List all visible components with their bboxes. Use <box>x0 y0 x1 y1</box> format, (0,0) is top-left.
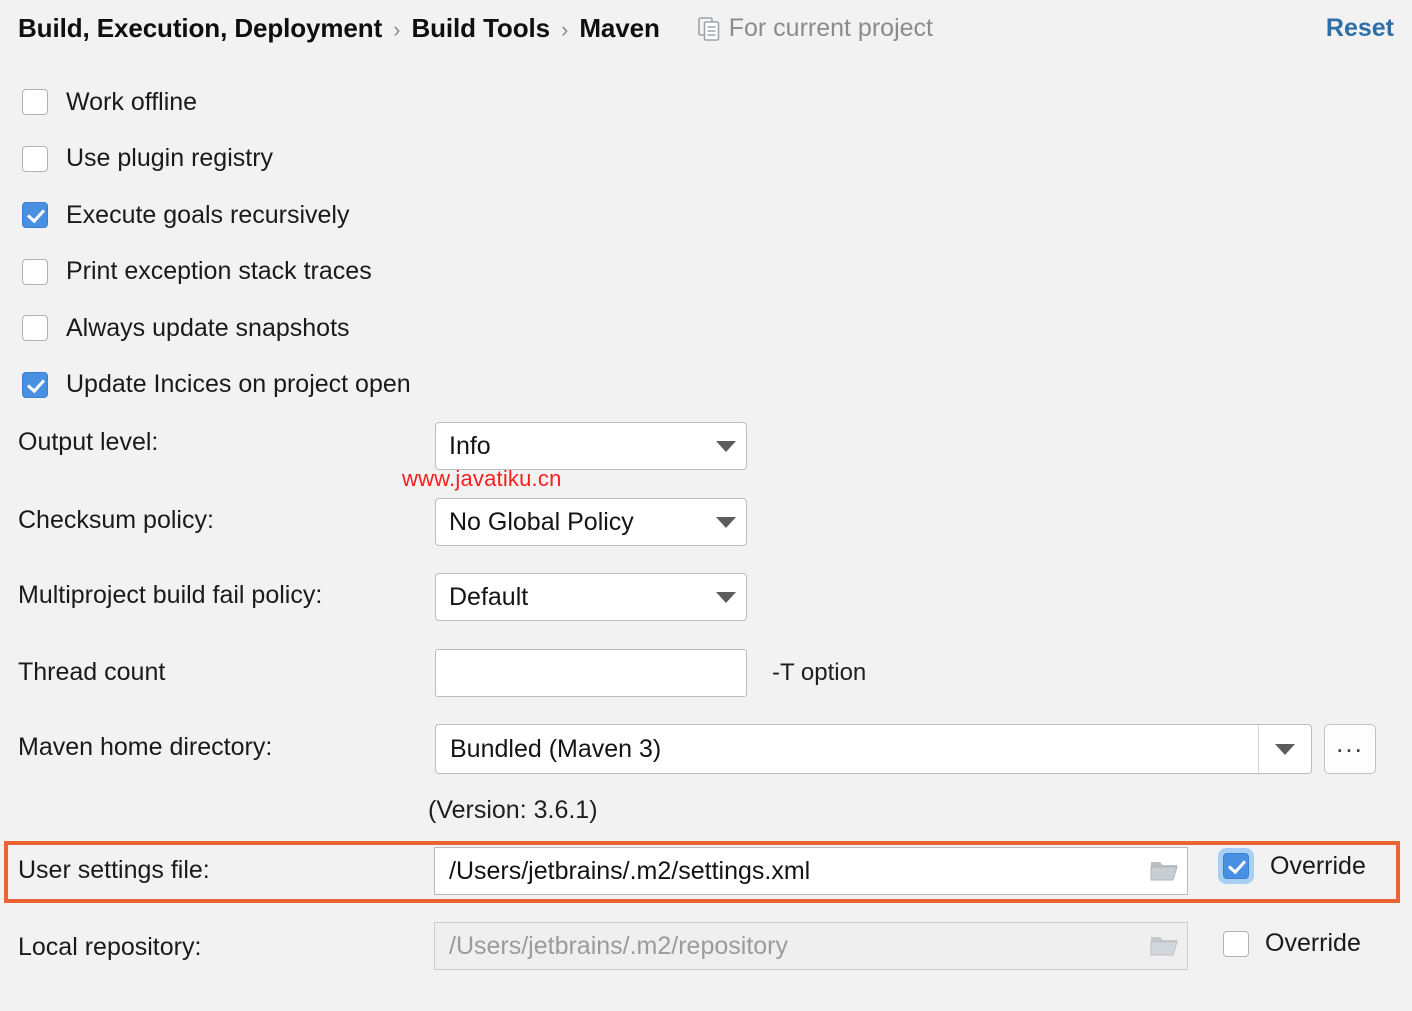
folder-icon[interactable] <box>1149 858 1179 884</box>
settings-header: Build, Execution, Deployment › Build Too… <box>0 0 1412 56</box>
output-level-label-wrap: Output level: <box>18 428 158 457</box>
checksum-policy-value: No Global Policy <box>449 508 634 537</box>
local-repository-value: /Users/jetbrains/.m2/repository <box>449 932 1143 961</box>
checkbox-row-always-update-snapshots[interactable]: Always update snapshots <box>22 300 822 357</box>
user-settings-label: User settings file: <box>18 856 210 885</box>
maven-home-browse-button[interactable]: ... <box>1324 724 1376 774</box>
checkbox-label-print-exception-stack-traces: Print exception stack traces <box>66 257 372 286</box>
checkbox-use-plugin-registry[interactable] <box>22 146 48 172</box>
local-repository-override-label: Override <box>1265 929 1361 958</box>
maven-home-dropdown[interactable]: Bundled (Maven 3) <box>435 724 1312 774</box>
folder-icon[interactable] <box>1149 933 1179 959</box>
thread-count-note: -T option <box>772 659 866 687</box>
output-level-dropdown[interactable]: Info <box>435 422 747 470</box>
thread-count-label-wrap: Thread count <box>18 658 165 687</box>
checkbox-user-settings-override[interactable] <box>1223 853 1249 879</box>
checkbox-update-indices-on-project-open[interactable] <box>22 372 48 398</box>
breadcrumb-item-1[interactable]: Build Tools <box>411 13 550 44</box>
checkbox-label-use-plugin-registry: Use plugin registry <box>66 144 273 173</box>
maven-home-dropdown-button[interactable] <box>1258 725 1311 773</box>
checkbox-row-execute-goals-recursively[interactable]: Execute goals recursively <box>22 187 822 244</box>
chevron-down-icon <box>716 517 736 528</box>
multiproject-policy-dropdown[interactable]: Default <box>435 573 747 621</box>
checksum-policy-label-wrap: Checksum policy: <box>18 506 214 535</box>
checkbox-row-use-plugin-registry[interactable]: Use plugin registry <box>22 131 822 188</box>
checksum-policy-dropdown[interactable]: No Global Policy <box>435 498 747 546</box>
checkbox-always-update-snapshots[interactable] <box>22 315 48 341</box>
multiproject-policy-value: Default <box>449 583 528 612</box>
user-settings-override-focus-ring <box>1218 848 1254 884</box>
chevron-down-icon <box>716 441 736 452</box>
user-settings-input[interactable]: /Users/jetbrains/.m2/settings.xml <box>434 847 1188 895</box>
multiproject-policy-label-wrap: Multiproject build fail policy: <box>18 581 322 610</box>
checkbox-row-print-exception-stack-traces[interactable]: Print exception stack traces <box>22 244 822 301</box>
local-repository-override-group[interactable]: Override <box>1223 929 1361 958</box>
breadcrumb-item-0[interactable]: Build, Execution, Deployment <box>18 13 382 44</box>
scope-indicator: For current project <box>698 14 933 43</box>
scope-label: For current project <box>729 14 933 43</box>
user-settings-override-group[interactable]: Override <box>1218 848 1366 884</box>
reset-link[interactable]: Reset <box>1326 14 1396 43</box>
maven-version-note: (Version: 3.6.1) <box>428 796 598 825</box>
output-level-label: Output level: <box>18 428 158 457</box>
local-repository-label: Local repository: <box>18 933 201 962</box>
chevron-down-icon <box>1275 744 1295 755</box>
checkbox-label-work-offline: Work offline <box>66 88 197 117</box>
checkbox-label-execute-goals-recursively: Execute goals recursively <box>66 201 349 230</box>
maven-home-label-wrap: Maven home directory: <box>18 733 272 762</box>
checkbox-work-offline[interactable] <box>22 89 48 115</box>
breadcrumb: Build, Execution, Deployment › Build Too… <box>18 13 660 44</box>
chevron-down-icon <box>716 592 736 603</box>
checkbox-print-exception-stack-traces[interactable] <box>22 259 48 285</box>
thread-count-label: Thread count <box>18 658 165 687</box>
maven-home-value: Bundled (Maven 3) <box>436 725 1258 773</box>
local-repository-input[interactable]: /Users/jetbrains/.m2/repository <box>434 922 1188 970</box>
user-settings-override-label: Override <box>1270 852 1366 881</box>
thread-count-input[interactable] <box>435 649 747 697</box>
checkbox-row-work-offline[interactable]: Work offline <box>22 74 822 131</box>
maven-home-label: Maven home directory: <box>18 733 272 762</box>
user-settings-label-wrap: User settings file: <box>18 856 210 885</box>
watermark: www.javatiku.cn <box>402 466 562 492</box>
checksum-policy-label: Checksum policy: <box>18 506 214 535</box>
breadcrumb-separator-0: › <box>393 17 400 43</box>
user-settings-value: /Users/jetbrains/.m2/settings.xml <box>449 857 1143 886</box>
breadcrumb-item-2[interactable]: Maven <box>579 13 659 44</box>
output-level-value: Info <box>449 432 491 461</box>
checkbox-execute-goals-recursively[interactable] <box>22 202 48 228</box>
local-repository-label-wrap: Local repository: <box>18 933 201 962</box>
multiproject-policy-label: Multiproject build fail policy: <box>18 581 322 610</box>
checkbox-label-update-indices-on-project-open: Update Incices on project open <box>66 370 411 399</box>
copy-pages-icon <box>698 17 720 41</box>
option-checkbox-list: Work offline Use plugin registry Execute… <box>22 74 822 413</box>
checkbox-local-repository-override[interactable] <box>1223 931 1249 957</box>
checkbox-label-always-update-snapshots: Always update snapshots <box>66 314 350 343</box>
breadcrumb-separator-1: › <box>561 17 568 43</box>
checkbox-row-update-indices-on-project-open[interactable]: Update Incices on project open <box>22 357 822 414</box>
